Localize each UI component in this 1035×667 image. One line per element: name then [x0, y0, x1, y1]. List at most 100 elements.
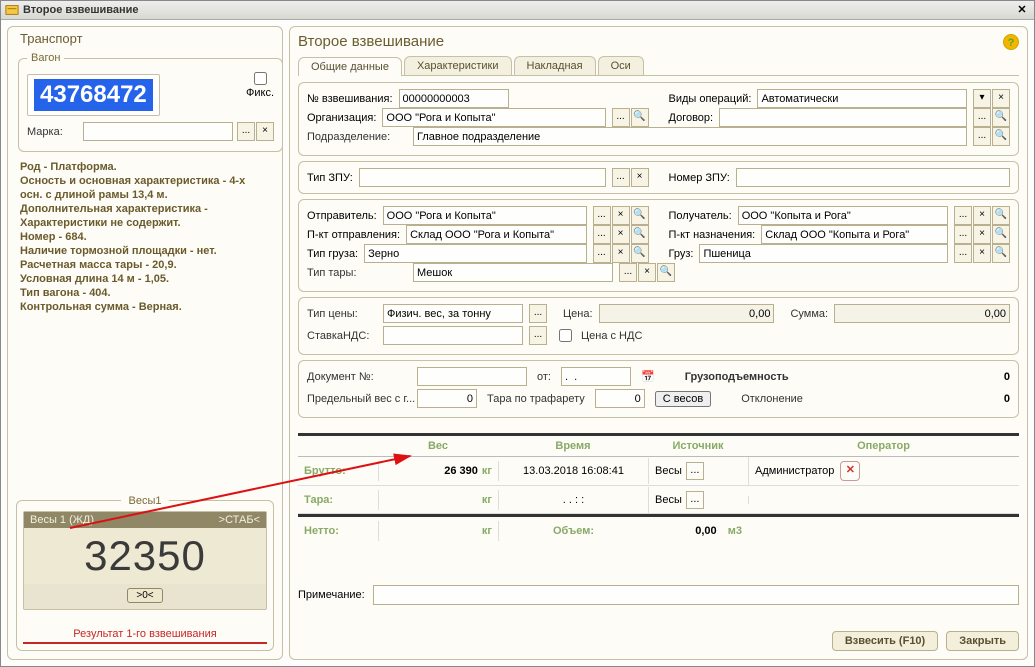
brutto-source-select-button[interactable]: ... [686, 462, 704, 480]
doc-date-picker-button[interactable]: 📅 [641, 370, 655, 383]
scale-stable-indicator: >СТАБ< [219, 514, 260, 526]
contract-input[interactable] [719, 108, 967, 127]
cargo-clear-button[interactable]: × [973, 244, 991, 263]
doc-date-input[interactable] [561, 367, 631, 386]
subdiv-input[interactable] [413, 127, 967, 146]
second-weighing-title: Второе взвешивание [298, 33, 444, 50]
cargo-select-button[interactable]: ... [954, 244, 972, 263]
doc-num-input[interactable] [417, 367, 527, 386]
recipient-select-button[interactable]: ... [954, 206, 972, 225]
first-weighing-result-label: Результат 1-го взвешивания [23, 622, 267, 644]
wagon-description: Род - Платформа. Осность и основная хара… [16, 158, 274, 316]
price-input[interactable] [599, 304, 775, 323]
sender-label: Отправитель: [307, 210, 377, 222]
tab-characteristics[interactable]: Характеристики [404, 56, 512, 75]
dest-point-search-button[interactable]: 🔍 [992, 225, 1010, 244]
price-with-vat-checkbox[interactable] [559, 329, 572, 342]
close-button[interactable]: Закрыть [946, 631, 1019, 651]
cargo-type-clear-button[interactable]: × [612, 244, 630, 263]
help-icon[interactable]: ? [1003, 34, 1019, 50]
dep-point-search-button[interactable]: 🔍 [631, 225, 649, 244]
cargo-input[interactable] [699, 244, 948, 263]
dest-point-input[interactable] [761, 225, 948, 244]
title-bar: Второе взвешивание ✕ [1, 1, 1034, 20]
volume-label: Объем: [553, 525, 594, 537]
dest-point-clear-button[interactable]: × [973, 225, 991, 244]
window-close-button[interactable]: ✕ [1014, 3, 1030, 17]
wagon-group: Вагон 43768472 Фикс. Марка: ... × [18, 52, 283, 152]
doc-date-label: от: [537, 371, 551, 383]
dep-point-label: П-кт отправления: [307, 229, 400, 241]
wagon-number-field[interactable]: 43768472 [27, 74, 160, 116]
tare-stencil-input[interactable] [595, 389, 645, 408]
brutto-operator: Администратор [755, 465, 834, 477]
sender-select-button[interactable]: ... [593, 206, 611, 225]
contract-search-button[interactable]: 🔍 [992, 108, 1010, 127]
cargo-type-select-button[interactable]: ... [593, 244, 611, 263]
cargo-type-search-button[interactable]: 🔍 [631, 244, 649, 263]
dep-point-input[interactable] [406, 225, 586, 244]
deviation-label: Отклонение [741, 393, 803, 405]
optype-label: Виды операций: [669, 93, 752, 105]
subdiv-select-button[interactable]: ... [973, 127, 991, 146]
tab-waybill[interactable]: Накладная [514, 56, 596, 75]
vat-rate-select-button[interactable]: ... [529, 326, 547, 345]
brutto-source: Весы [655, 465, 682, 477]
note-input[interactable] [373, 585, 1019, 605]
dep-point-clear-button[interactable]: × [612, 225, 630, 244]
subdiv-search-button[interactable]: 🔍 [992, 127, 1010, 146]
recipient-search-button[interactable]: 🔍 [992, 206, 1010, 225]
sender-clear-button[interactable]: × [612, 206, 630, 225]
zpu-type-clear-button[interactable]: × [631, 168, 649, 187]
recipient-clear-button[interactable]: × [973, 206, 991, 225]
sender-search-button[interactable]: 🔍 [631, 206, 649, 225]
tab-axles[interactable]: Оси [598, 56, 644, 75]
from-scales-button[interactable]: С весов [655, 391, 711, 407]
cargo-type-label: Тип груза: [307, 248, 358, 260]
brutto-delete-button[interactable]: ✕ [840, 461, 860, 481]
recipient-input[interactable] [738, 206, 948, 225]
th-time: Время [498, 436, 648, 456]
dep-point-select-button[interactable]: ... [593, 225, 611, 244]
cargo-type-input[interactable] [364, 244, 586, 263]
tare-type-input[interactable] [413, 263, 613, 282]
wagon-number: 43768472 [34, 79, 153, 111]
marka-clear-button[interactable]: × [256, 122, 274, 141]
contract-select-button[interactable]: ... [973, 108, 991, 127]
max-weight-input[interactable] [417, 389, 477, 408]
marka-select-button[interactable]: ... [237, 122, 255, 141]
price-type-label: Тип цены: [307, 308, 377, 320]
weigh-button[interactable]: Взвесить (F10) [832, 631, 938, 651]
scale-zero-button[interactable]: >0< [127, 588, 162, 603]
optype-clear-button[interactable]: × [992, 89, 1010, 108]
price-type-select-button[interactable]: ... [529, 304, 547, 323]
price-type-input[interactable] [383, 304, 523, 323]
weighing-num-input[interactable] [399, 89, 509, 108]
dest-point-select-button[interactable]: ... [954, 225, 972, 244]
contract-label: Договор: [669, 112, 714, 124]
row-netto: Нетто: кг Объем: 0,00 м3 [298, 517, 1019, 545]
sender-input[interactable] [383, 206, 587, 225]
zpu-type-select-button[interactable]: ... [612, 168, 630, 187]
org-search-button[interactable]: 🔍 [631, 108, 649, 127]
tara-source-select-button[interactable]: ... [686, 491, 704, 509]
sum-input [834, 304, 1010, 323]
doc-num-label: Документ №: [307, 371, 407, 383]
scales-legend: Весы1 [121, 495, 170, 507]
optype-input[interactable] [757, 89, 967, 108]
optype-dropdown-button[interactable]: ▾ [973, 89, 991, 108]
tare-type-clear-button[interactable]: × [638, 263, 656, 282]
tare-type-search-button[interactable]: 🔍 [657, 263, 675, 282]
marka-input[interactable] [83, 122, 233, 141]
tab-general[interactable]: Общие данные [298, 57, 402, 76]
vat-rate-input[interactable] [383, 326, 523, 345]
window-title: Второе взвешивание [23, 4, 1014, 16]
org-select-button[interactable]: ... [612, 108, 630, 127]
org-input[interactable] [382, 108, 605, 127]
zpu-type-input[interactable] [359, 168, 606, 187]
org-label: Организация: [307, 112, 376, 124]
zpu-num-input[interactable] [736, 168, 1010, 187]
cargo-search-button[interactable]: 🔍 [992, 244, 1010, 263]
tare-type-select-button[interactable]: ... [619, 263, 637, 282]
wagon-fixed-checkbox[interactable] [254, 72, 267, 85]
